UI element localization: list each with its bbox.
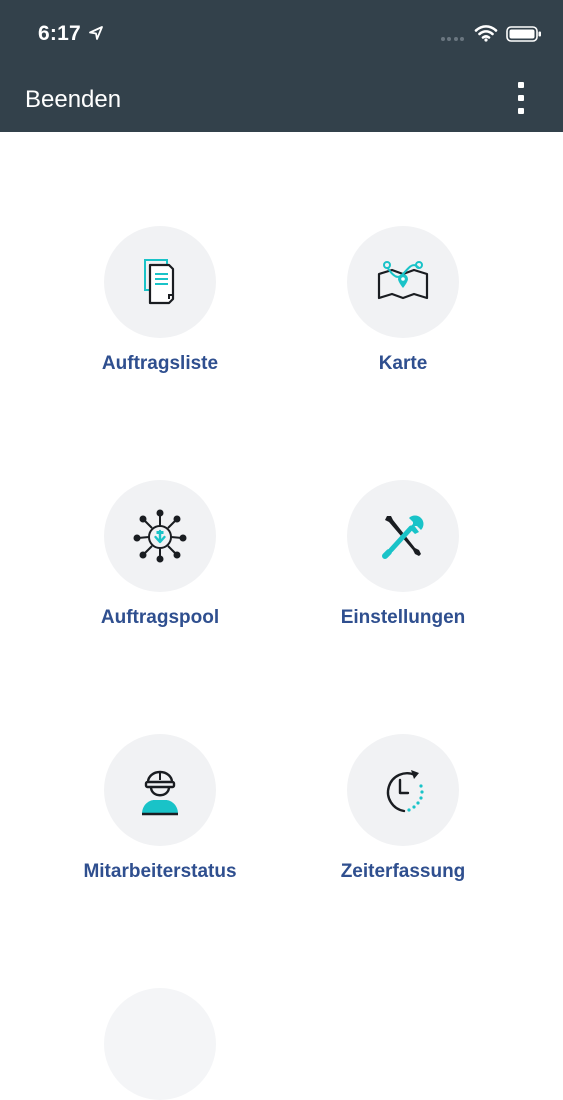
tools-icon xyxy=(382,515,424,559)
status-time: 6:17 xyxy=(38,22,81,45)
map-icon xyxy=(377,261,429,300)
menu-item-label: Auftragsliste xyxy=(101,353,219,374)
menu-item-auftragspool[interactable]: Auftragspool xyxy=(40,480,280,660)
menu-icon-circle xyxy=(347,226,459,338)
menu-icon-circle xyxy=(347,480,459,592)
navigation-bar: Beenden xyxy=(0,68,563,132)
wifi-icon xyxy=(474,25,498,42)
quit-button[interactable]: Beenden xyxy=(25,86,121,114)
status-bar: 6:17 xyxy=(0,0,563,68)
menu-item-einstellungen[interactable]: Einstellungen xyxy=(283,480,523,660)
menu-item-label: Einstellungen xyxy=(340,607,466,628)
menu-item-karte[interactable]: Karte xyxy=(283,226,523,406)
menu-item-partial[interactable] xyxy=(104,988,216,1100)
network-pool-icon xyxy=(133,509,187,563)
menu-icon-circle xyxy=(104,226,216,338)
more-vertical-icon[interactable] xyxy=(510,82,532,118)
menu-icon-circle xyxy=(347,734,459,846)
menu-icon-circle xyxy=(104,734,216,846)
clock-icon xyxy=(386,770,424,813)
menu-item-label: Mitarbeiterstatus xyxy=(83,861,237,882)
worker-helmet-icon xyxy=(142,770,178,816)
menu-icon-circle xyxy=(104,480,216,592)
document-list-icon xyxy=(144,259,175,305)
menu-grid: Auftragsliste Karte Auftragspool Einstel… xyxy=(0,132,563,1100)
menu-item-zeiterfassung[interactable]: Zeiterfassung xyxy=(283,734,523,914)
menu-item-mitarbeiterstatus[interactable]: Mitarbeiterstatus xyxy=(40,734,280,914)
location-arrow-icon xyxy=(89,26,103,40)
signal-dots-icon xyxy=(441,37,467,41)
menu-item-label: Karte xyxy=(378,353,428,374)
menu-item-label: Zeiterfassung xyxy=(340,861,466,882)
menu-item-label: Auftragspool xyxy=(100,607,220,628)
battery-icon xyxy=(506,26,541,42)
menu-item-auftragsliste[interactable]: Auftragsliste xyxy=(40,226,280,406)
